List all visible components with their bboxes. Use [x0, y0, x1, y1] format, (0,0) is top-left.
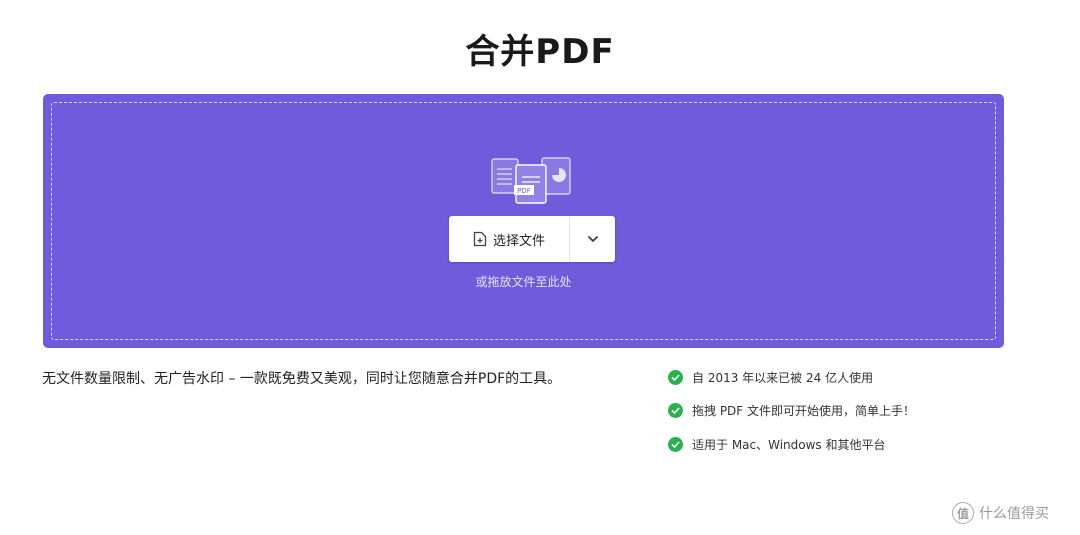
check-circle-icon: [668, 403, 683, 418]
select-file-label: 选择文件: [492, 233, 545, 249]
feature-list: 自 2013 年以来已被 24 亿人使用 拖拽 PDF 文件即可开始使用，简单上…: [668, 367, 915, 468]
file-icon: [473, 231, 487, 247]
pdf-label: PDF: [517, 187, 531, 195]
check-circle-icon: [668, 436, 683, 452]
feature-item: 适用于 Mac、Windows 和其他平台: [668, 434, 915, 454]
select-file-button[interactable]: 选择文件: [449, 216, 570, 262]
check-circle-icon: [668, 369, 683, 385]
feature-item: 拖拽 PDF 文件即可开始使用，简单上手！: [668, 401, 915, 421]
feature-item: 自 2013 年以来已被 24 亿人使用: [668, 367, 915, 387]
feature-text: 拖拽 PDF 文件即可开始使用，简单上手！: [692, 404, 916, 418]
feature-text: 适用于 Mac、Windows 和其他平台: [692, 437, 886, 452]
page-title: 合并PDF: [465, 32, 615, 72]
site-watermark: 值 什么值得买: [952, 502, 1049, 524]
tool-description: 无文件数量限制、无广告水印 – 一款既免费又美观，同时让您随意合并PDF的工具。: [42, 371, 562, 387]
feature-text: 自 2013 年以来已被 24 亿人使用: [692, 370, 874, 385]
watermark-logo: 值: [952, 502, 974, 524]
select-file-button-group: 选择文件: [449, 216, 615, 262]
watermark-text: 什么值得买: [979, 506, 1049, 522]
dropzone-dashed-border: PDF 选择文件 或拖放文件至此处: [51, 102, 996, 340]
files-illustration-icon: PDF: [491, 157, 571, 204]
source-dropdown-button[interactable]: [570, 216, 615, 262]
chevron-down-icon: [587, 235, 598, 243]
file-dropzone[interactable]: PDF 选择文件 或拖放文件至此处: [43, 94, 1004, 348]
drop-hint-text: 或拖放文件至此处: [475, 275, 572, 289]
